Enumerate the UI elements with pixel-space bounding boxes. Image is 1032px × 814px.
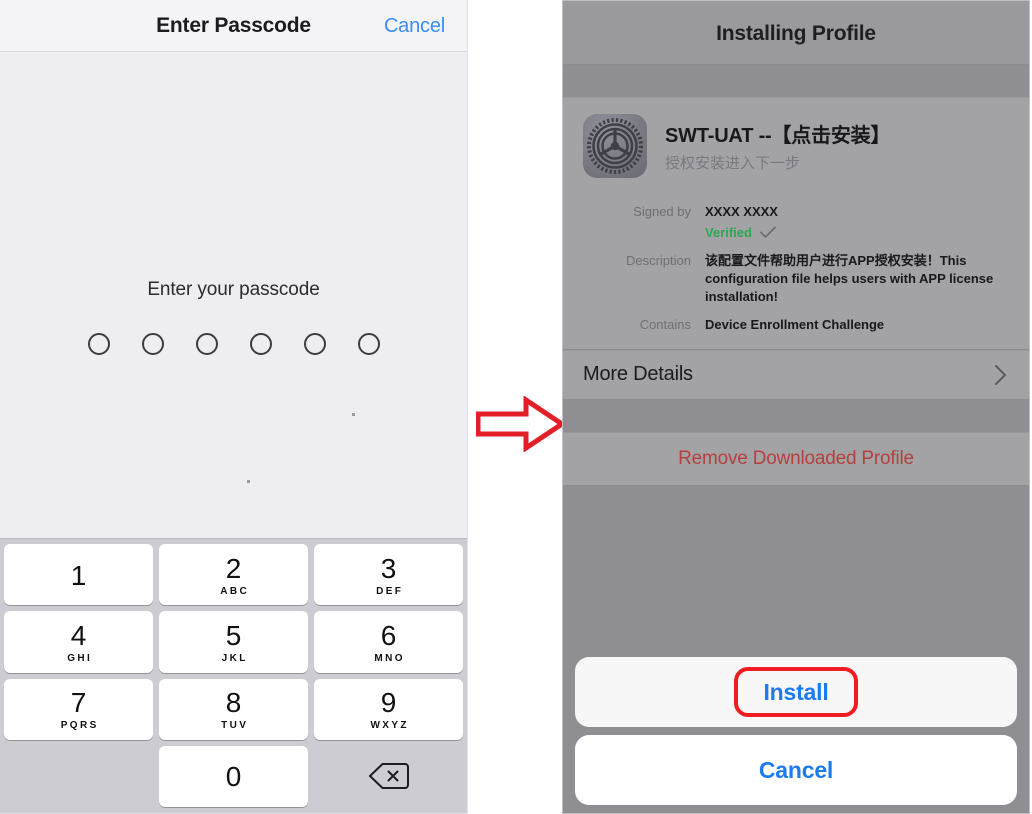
profile-navbar: Installing Profile — [563, 1, 1029, 65]
delete-backward-button[interactable] — [314, 746, 463, 807]
keypad-row: 4 GHI 5 JKL 6 MNO — [4, 611, 463, 673]
section-gap — [563, 65, 1029, 97]
image-speck — [247, 480, 250, 483]
detail-label: Signed by — [633, 204, 691, 219]
detail-row-contains: Contains Device Enrollment Challenge — [563, 311, 1029, 339]
more-details-card[interactable]: More Details — [563, 349, 1029, 400]
action-buttons: Install Cancel — [563, 657, 1029, 813]
key-letters: WXYZ — [370, 720, 409, 732]
settings-gear-icon — [583, 114, 647, 178]
key-9[interactable]: 9 WXYZ — [314, 678, 463, 740]
passcode-dot — [195, 333, 218, 355]
chevron-right-icon — [995, 364, 1006, 385]
passcode-prompt-label: Enter your passcode — [147, 279, 320, 300]
remove-profile-row[interactable]: Remove Downloaded Profile — [563, 433, 1029, 485]
passcode-dots — [0, 333, 467, 355]
key-6[interactable]: 6 MNO — [314, 611, 463, 673]
right-arrow-annotation-icon — [475, 395, 567, 453]
passcode-navbar: Enter Passcode Cancel — [0, 0, 467, 52]
checkmark-icon — [760, 227, 776, 239]
install-button[interactable]: Install — [575, 657, 1017, 727]
gear-glyph — [583, 114, 647, 178]
detail-value: 该配置文件帮助用户进行APP授权安装！This configuration fi… — [705, 252, 994, 304]
key-letters: DEF — [376, 585, 404, 597]
key-5[interactable]: 5 JKL — [159, 611, 308, 673]
key-4[interactable]: 4 GHI — [4, 611, 153, 673]
key-digit: 2 — [225, 552, 242, 584]
page-title: Installing Profile — [716, 22, 876, 45]
key-3[interactable]: 3 DEF — [314, 544, 463, 606]
detail-row-description: Description 该配置文件帮助用户进行APP授权安装！This conf… — [563, 247, 1029, 311]
key-digit: 4 — [70, 619, 87, 651]
key-8[interactable]: 8 TUV — [159, 678, 308, 740]
keypad-row: 1 2 ABC 3 DEF — [4, 544, 463, 606]
passcode-dot — [357, 333, 380, 355]
key-7[interactable]: 7 PQRS — [4, 678, 153, 740]
detail-row-signed-by: Signed by XXXX XXXX Verified — [563, 198, 1029, 247]
key-letters: GHI — [67, 652, 93, 664]
passcode-screen: Enter Passcode Cancel Enter your passcod… — [0, 0, 468, 814]
profile-text-block: SWT-UAT --【点击安装】 授权安装进入下一步 — [665, 119, 890, 173]
numeric-keypad: 1 2 ABC 3 DEF 4 GHI 5 JKL 6 MNO 7 PQRS 8… — [0, 538, 467, 813]
key-digit: 3 — [380, 552, 397, 584]
key-digit: 6 — [380, 619, 397, 651]
profile-subtitle: 授权安装进入下一步 — [665, 155, 801, 172]
remove-profile-label: Remove Downloaded Profile — [678, 447, 914, 469]
delete-backward-icon — [368, 763, 409, 790]
section-gap — [563, 399, 1029, 432]
profile-card: SWT-UAT --【点击安装】 授权安装进入下一步 Signed by XXX… — [563, 97, 1029, 350]
passcode-dot — [141, 333, 164, 355]
keypad-row: 0 — [4, 745, 463, 807]
key-letters: MNO — [374, 652, 405, 664]
passcode-dot — [303, 333, 326, 355]
key-digit: 8 — [225, 687, 242, 719]
key-digit: 7 — [70, 687, 87, 719]
key-1[interactable]: 1 — [4, 544, 153, 606]
key-letters: JKL — [221, 652, 248, 664]
keypad-row: 7 PQRS 8 TUV 9 WXYZ — [4, 678, 463, 740]
more-details-label: More Details — [583, 363, 693, 386]
key-0[interactable]: 0 — [159, 745, 308, 807]
key-digit: 9 — [380, 687, 397, 719]
key-letters: TUV — [221, 720, 249, 732]
detail-label: Contains — [639, 316, 691, 332]
detail-value: XXXX XXXX Verified — [691, 203, 1007, 242]
remove-profile-card[interactable]: Remove Downloaded Profile — [563, 431, 1029, 486]
profile-details: Signed by XXXX XXXX Verified Description… — [563, 194, 1029, 349]
passcode-dot — [87, 333, 110, 355]
verified-status: Verified — [705, 224, 1007, 242]
more-details-row[interactable]: More Details — [563, 351, 1029, 399]
cancel-button[interactable]: Cancel — [575, 735, 1017, 805]
installing-profile-screen: Installing Profile SWT-UAT --【点击安装】 授权安装… — [562, 0, 1030, 814]
passcode-dot — [249, 333, 272, 355]
detail-value: Device Enrollment Challenge — [705, 316, 885, 332]
cancel-button-label: Cancel — [758, 756, 834, 783]
keypad-spacer — [4, 746, 153, 807]
detail-label: Description — [625, 252, 691, 268]
install-button-label: Install — [763, 678, 829, 705]
passcode-body: Enter your passcode — [0, 52, 467, 538]
key-letters: PQRS — [60, 720, 99, 732]
signed-by-value: XXXX XXXX — [705, 204, 778, 219]
key-letters: ABC — [220, 585, 250, 597]
key-digit: 1 — [70, 559, 87, 591]
key-digit: 0 — [225, 761, 242, 793]
key-2[interactable]: 2 ABC — [159, 544, 308, 606]
status-badge: Verified — [705, 224, 752, 240]
profile-name: SWT-UAT --【点击安装】 — [665, 125, 891, 147]
flow-arrow — [475, 395, 567, 453]
image-speck — [352, 413, 355, 416]
cancel-button[interactable]: Cancel — [384, 15, 445, 38]
profile-header-row: SWT-UAT --【点击安装】 授权安装进入下一步 — [563, 98, 1029, 194]
key-digit: 5 — [225, 619, 242, 651]
